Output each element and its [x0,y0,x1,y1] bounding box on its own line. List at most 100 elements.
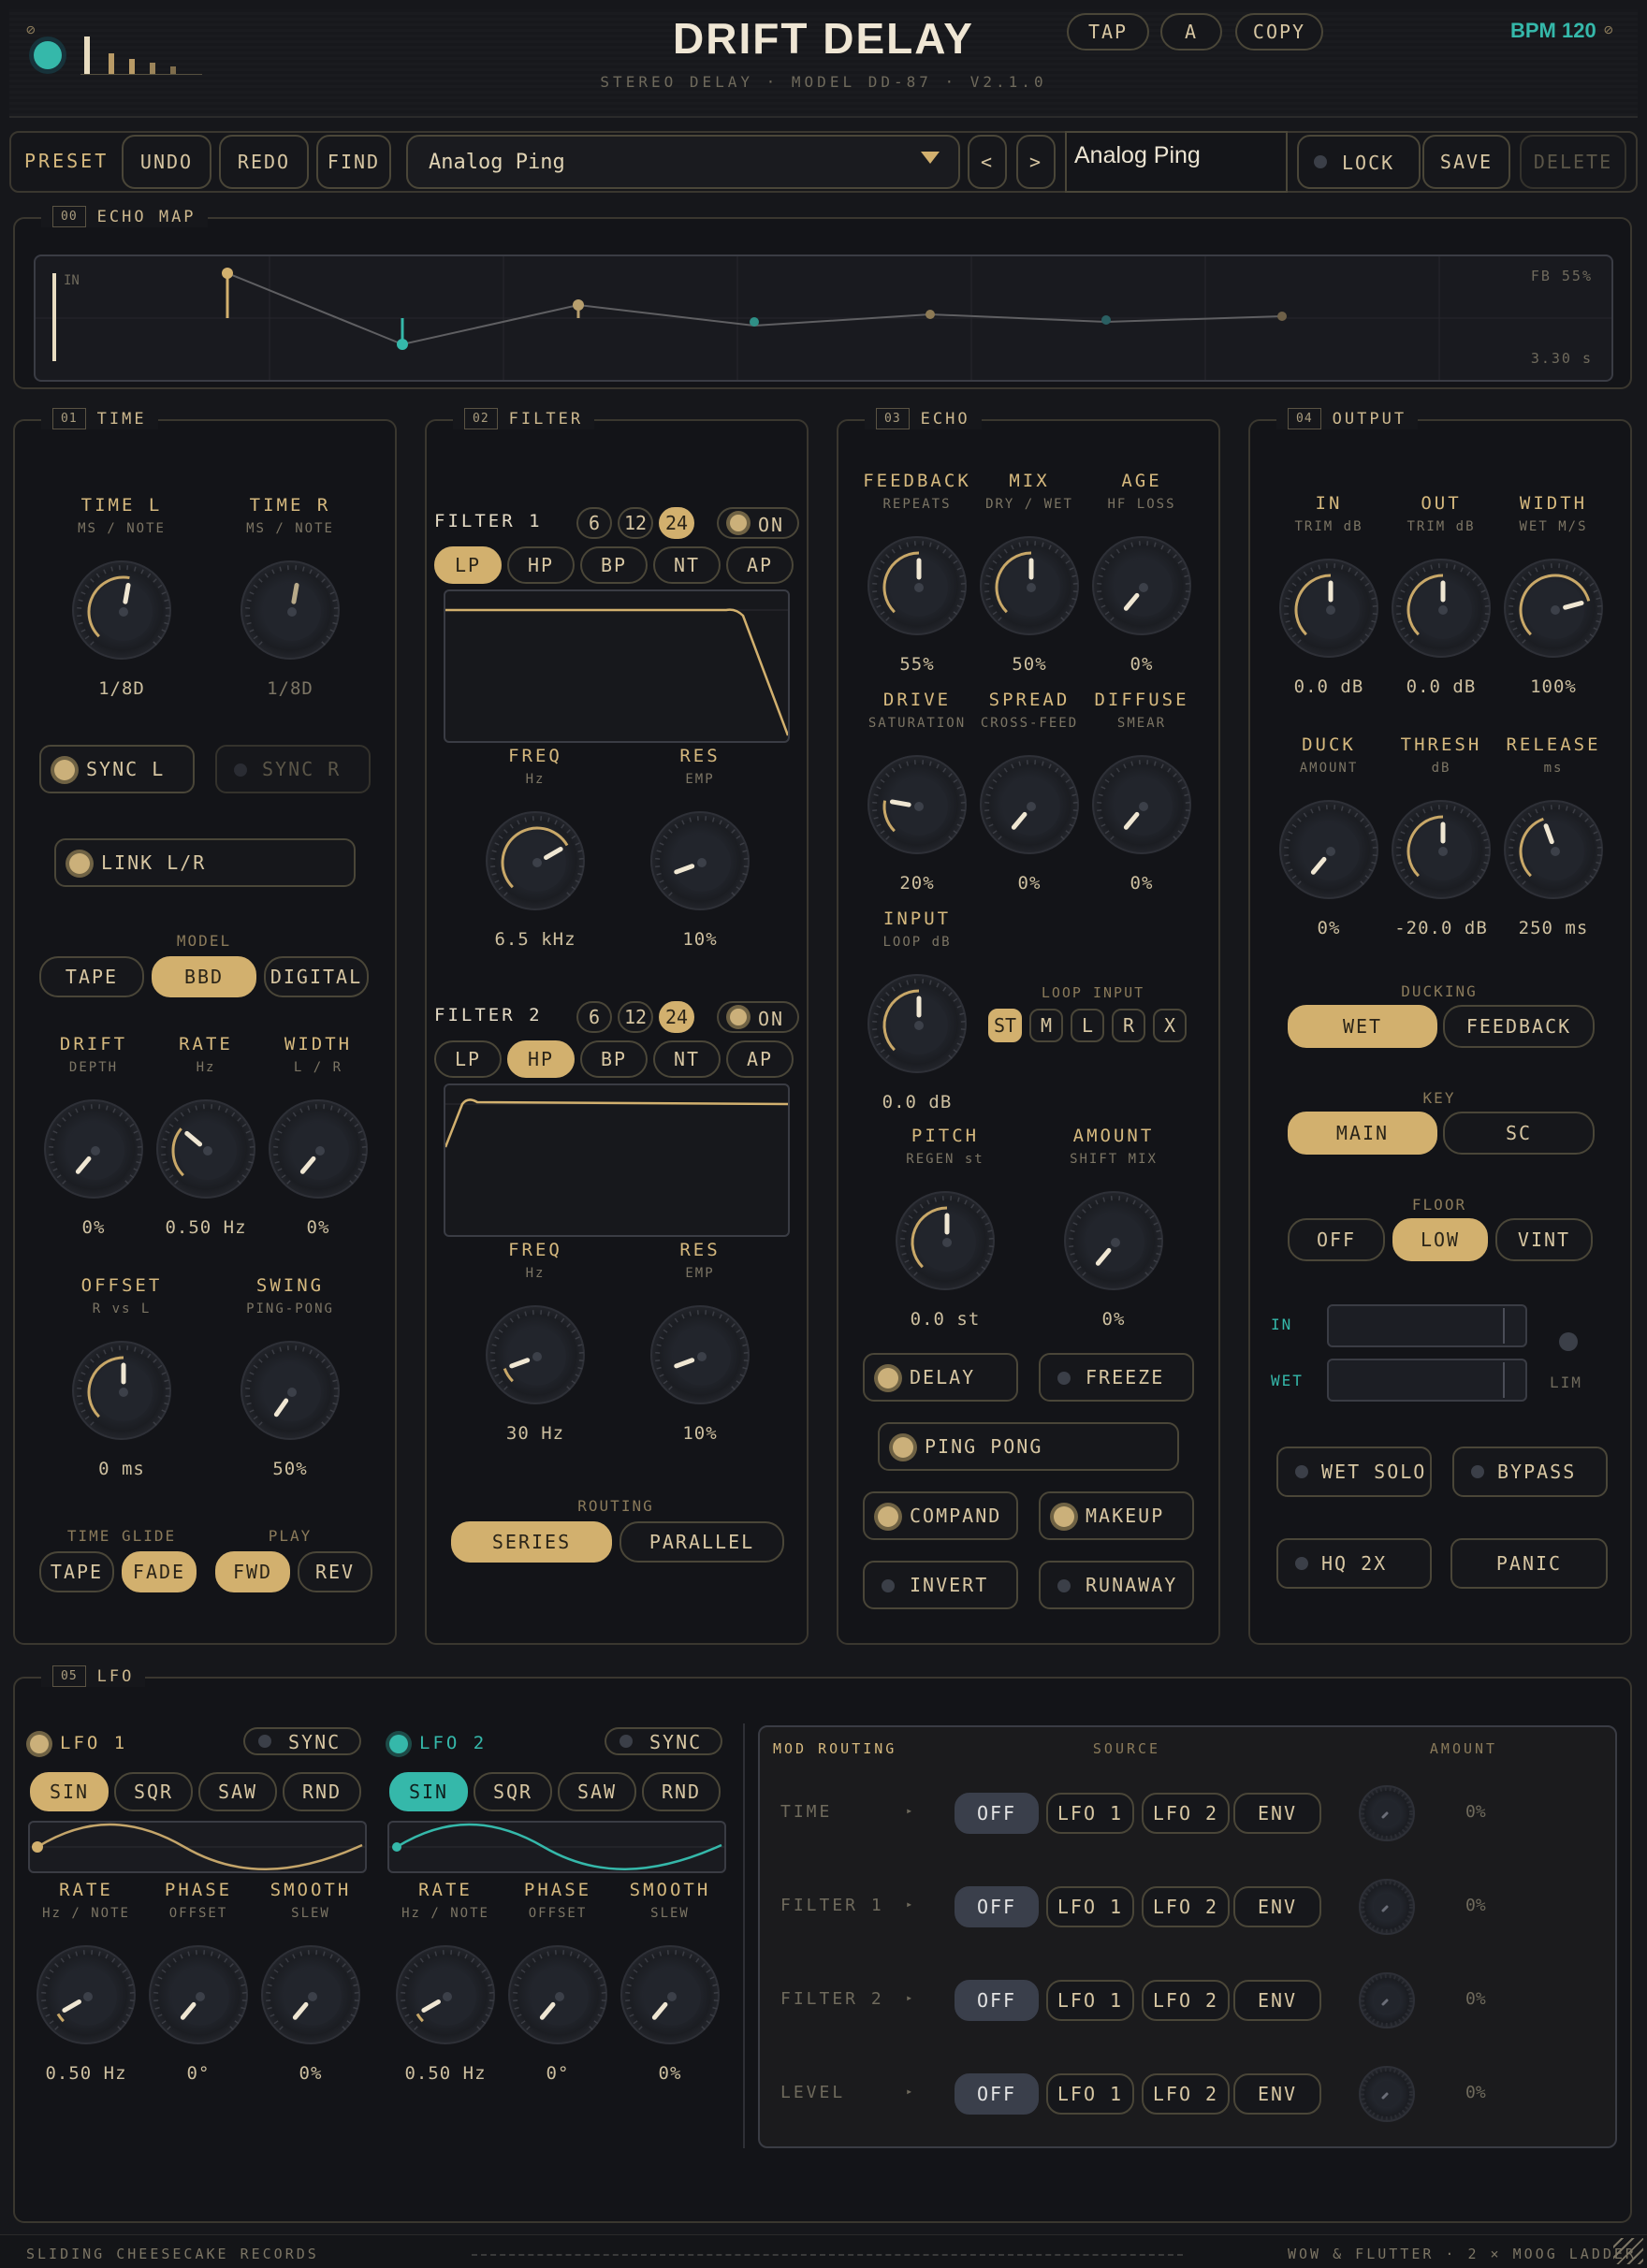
floor-off-button[interactable]: OFF [1288,1218,1385,1261]
lfo1-rate-knob[interactable] [36,1945,136,2044]
mod-source-lfo-1-button[interactable]: LFO 1 [1046,2073,1134,2115]
bypass-toggle[interactable]: BYPASS [1452,1447,1608,1497]
resize-handle-icon[interactable] [1613,2238,1643,2264]
compand-toggle[interactable]: COMPAND [863,1491,1018,1540]
save-button[interactable]: SAVE [1422,135,1510,189]
swing-knob[interactable] [240,1341,340,1440]
filter2-type-nt[interactable]: NT [653,1040,721,1078]
filter2-type-hp[interactable]: HP [507,1040,575,1078]
floor-low-button[interactable]: LOW [1392,1218,1488,1261]
preset-select[interactable]: Analog Ping [406,135,960,189]
mod-source-off-button[interactable]: OFF [955,1980,1039,2021]
out-out-knob[interactable] [1392,559,1491,658]
key-main-button[interactable]: MAIN [1288,1112,1437,1155]
filter1-type-ap[interactable]: AP [726,546,794,584]
routing-parallel-button[interactable]: PARALLEL [619,1521,784,1563]
filter2-type-ap[interactable]: AP [726,1040,794,1078]
mod-source-env-button[interactable]: ENV [1233,1886,1321,1927]
lfo1-shape-saw[interactable]: SAW [198,1772,277,1811]
time-r-knob[interactable] [240,560,340,660]
link-lr-toggle[interactable]: LINK L/R [54,838,356,887]
loop-x-button[interactable]: X [1153,1009,1187,1042]
spread-knob[interactable] [980,755,1079,854]
mod-source-lfo-2-button[interactable]: LFO 2 [1142,1980,1230,2021]
filter1-type-bp[interactable]: BP [580,546,648,584]
mod-amount-knob[interactable] [1359,1972,1415,2028]
mod-source-lfo-2-button[interactable]: LFO 2 [1142,1793,1230,1834]
mod-source-env-button[interactable]: ENV [1233,2073,1321,2115]
glide-fade-button[interactable]: FADE [122,1551,197,1592]
time-l-knob[interactable] [72,560,171,660]
lfo2-shape-sin[interactable]: SIN [389,1772,468,1811]
loop-st-button[interactable]: ST [988,1009,1022,1042]
power-led[interactable] [34,41,62,69]
lfo1-shape-sin[interactable]: SIN [30,1772,109,1811]
lfo1-shape-sqr[interactable]: SQR [114,1772,193,1811]
lfo1-sync-toggle[interactable]: SYNC [243,1727,361,1755]
delay-toggle[interactable]: DELAY [863,1353,1018,1402]
mod-source-env-button[interactable]: ENV [1233,1793,1321,1834]
filter1-res-knob[interactable] [650,811,750,910]
loop-l-button[interactable]: L [1071,1009,1104,1042]
filter1-slope-6[interactable]: 6 [576,507,612,539]
filter1-on-toggle[interactable]: ON [717,507,799,539]
input-knob[interactable] [867,974,967,1073]
width-knob[interactable] [269,1099,368,1199]
mod-source-lfo-1-button[interactable]: LFO 1 [1046,1793,1134,1834]
invert-toggle[interactable]: INVERT [863,1561,1018,1609]
copy-button[interactable]: COPY [1235,13,1323,51]
filter1-type-lp-active[interactable]: LP [434,546,502,584]
mod-source-off-button[interactable]: OFF [955,1886,1039,1927]
lfo2-phase-knob[interactable] [508,1945,607,2044]
filter1-slope-24[interactable]: 24 [659,507,694,539]
model-bbd-button[interactable]: BBD [152,956,256,997]
delete-button[interactable]: DELETE [1520,135,1626,189]
preset-name-field[interactable]: Analog Ping [1065,131,1288,193]
lfo1-phase-knob[interactable] [149,1945,248,2044]
filter2-slope-12[interactable]: 12 [618,1001,653,1033]
filter2-slope-24[interactable]: 24 [659,1001,694,1033]
tap-button[interactable]: TAP [1067,13,1149,51]
key-sc-button[interactable]: SC [1443,1112,1595,1155]
mod-source-env-button[interactable]: ENV [1233,1980,1321,2021]
runaway-toggle[interactable]: RUNAWAY [1039,1561,1194,1609]
hq-2x-toggle[interactable]: HQ 2X [1276,1538,1432,1589]
feedback-knob[interactable] [867,536,967,635]
drift-knob[interactable] [44,1099,143,1199]
age-knob[interactable] [1092,536,1191,635]
redo-button[interactable]: REDO [219,135,309,189]
filter2-type-lp[interactable]: LP [434,1040,502,1078]
out-in-knob[interactable] [1279,559,1378,658]
routing-series-button[interactable]: SERIES [451,1521,612,1563]
prev-preset-button[interactable]: < [968,135,1007,189]
ducking-wet-button[interactable]: WET [1288,1005,1437,1048]
release-knob[interactable] [1504,800,1603,899]
lfo2-shape-sqr[interactable]: SQR [474,1772,552,1811]
lfo1-shape-rnd[interactable]: RND [283,1772,361,1811]
lfo2-shape-rnd[interactable]: RND [642,1772,721,1811]
filter1-freq-knob[interactable] [486,811,585,910]
bpm-display[interactable]: BPM 120 [1510,19,1596,43]
glide-tape-button[interactable]: TAPE [39,1551,114,1592]
makeup-toggle[interactable]: MAKEUP [1039,1491,1194,1540]
a-button[interactable]: A [1160,13,1222,51]
mod-source-off-button[interactable]: OFF [955,1793,1039,1834]
thresh-knob[interactable] [1392,800,1491,899]
mod-source-lfo-1-button[interactable]: LFO 1 [1046,1886,1134,1927]
filter1-type-nt[interactable]: NT [653,546,721,584]
filter2-slope-6[interactable]: 6 [576,1001,612,1033]
lfo1-enable-led[interactable] [30,1735,49,1753]
play-fwd-button[interactable]: FWD [215,1551,290,1592]
filter2-res-knob[interactable] [650,1305,750,1404]
play-rev-button[interactable]: REV [298,1551,372,1592]
pitch-knob[interactable] [896,1191,995,1290]
mod-amount-knob[interactable] [1359,1879,1415,1935]
duck-knob[interactable] [1279,800,1378,899]
model-tape-button[interactable]: TAPE [39,956,144,997]
undo-button[interactable]: UNDO [122,135,211,189]
wet-solo-toggle[interactable]: WET SOLO [1276,1447,1432,1497]
mod-amount-knob[interactable] [1359,2066,1415,2122]
lfo2-smooth-knob[interactable] [620,1945,720,2044]
offset-knob[interactable] [72,1341,171,1440]
mod-source-lfo-2-button[interactable]: LFO 2 [1142,1886,1230,1927]
